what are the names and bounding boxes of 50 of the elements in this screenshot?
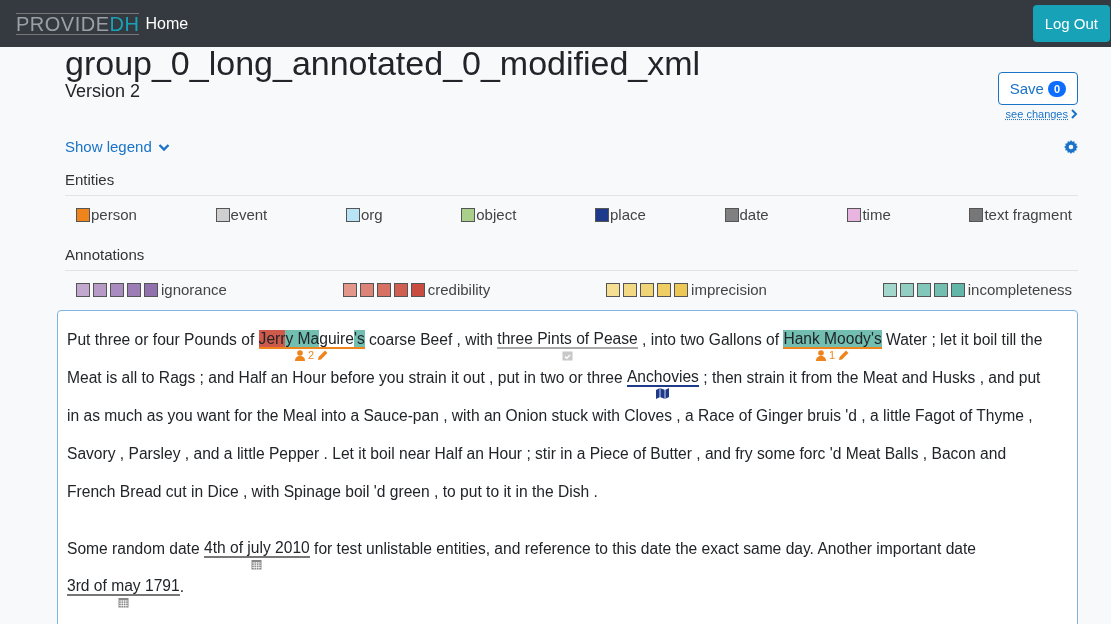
see-changes-link[interactable]: see changes (1005, 108, 1068, 120)
legend-label: date (739, 206, 769, 223)
map-icon (656, 388, 670, 399)
brand-logo[interactable]: PROVIDEDH (16, 12, 140, 35)
calendar-icon (251, 559, 263, 570)
body-text: ; then strain it from the Meat and Husks , and put (702, 368, 1041, 387)
settings-icon[interactable] (1064, 140, 1078, 154)
version-label: Version 2 (65, 81, 141, 101)
entities-heading: Entities (65, 171, 1078, 196)
person-icon (815, 350, 826, 361)
entity-mention[interactable]: Anchovies (626, 368, 699, 399)
entity-mention[interactable]: 4th of july 2010 (203, 539, 310, 570)
home-link[interactable]: Home (145, 14, 1033, 33)
legend-label: place (610, 206, 646, 223)
annotations-heading: Annotations (65, 246, 1078, 271)
annotation-count: 2 (308, 350, 315, 361)
body-text: Put three or four Pounds of (67, 330, 256, 349)
legend-label: incompleteness (967, 281, 1072, 298)
legend-label: object (476, 206, 517, 223)
body-text: Water ; let it boil till the (885, 330, 1043, 349)
legend-label: imprecision (691, 281, 767, 298)
body-text: Savory , Parsley , and a little Pepper . Let it boil near Half an Hour ; stir in a Piece of Butter , and fry some forc 'd Meat Balls , Bacon and (67, 444, 1007, 463)
legend-label: time (862, 206, 891, 223)
body-text: . (179, 577, 185, 596)
legend-label: person (91, 206, 137, 223)
pencil-icon[interactable] (317, 350, 329, 361)
calendar-check-icon (562, 350, 574, 361)
body-text: , into two Gallons of (641, 330, 781, 349)
body-text: Meat is all to Rags ; and Half an Hour before you strain it out , put in two or three (67, 368, 624, 387)
legend-label: text fragment (984, 206, 1072, 223)
person-icon (295, 350, 306, 361)
entity-mention[interactable]: three Pints of Pease (497, 330, 638, 361)
legend-label: event (230, 206, 268, 223)
body-text: in as much as you want for the Meal into a Sauce-pan , with an Onion stuck with Cloves , a Race of Ginger bruis 'd , a little Fagot of Thyme , (67, 406, 1033, 425)
legend-label: credibility (427, 281, 491, 298)
legend-label: ignorance (161, 281, 227, 298)
body-text: French Bread cut in Dice , with Spinage boil 'd green , to put to it in the Dish . (67, 482, 598, 501)
pencil-icon[interactable] (838, 350, 850, 361)
body-text: for test unlistable entities, and reference to this date the exact same day. Another important date (313, 539, 977, 558)
calendar-icon (117, 597, 129, 608)
save-button[interactable]: Save 0 (997, 72, 1078, 105)
chevron-right-icon[interactable] (1071, 109, 1078, 119)
legend-label: org (360, 206, 383, 223)
body-text: coarse Beef , with (368, 330, 494, 349)
chevron-down-icon[interactable] (157, 142, 170, 152)
show-legend-toggle[interactable]: Show legend (65, 138, 152, 156)
entity-mention[interactable]: 3rd of may 1791 (67, 577, 180, 608)
body-text: Some random date (67, 539, 201, 558)
annotation-count: 1 (828, 350, 836, 361)
text-editor[interactable] (57, 310, 1078, 624)
